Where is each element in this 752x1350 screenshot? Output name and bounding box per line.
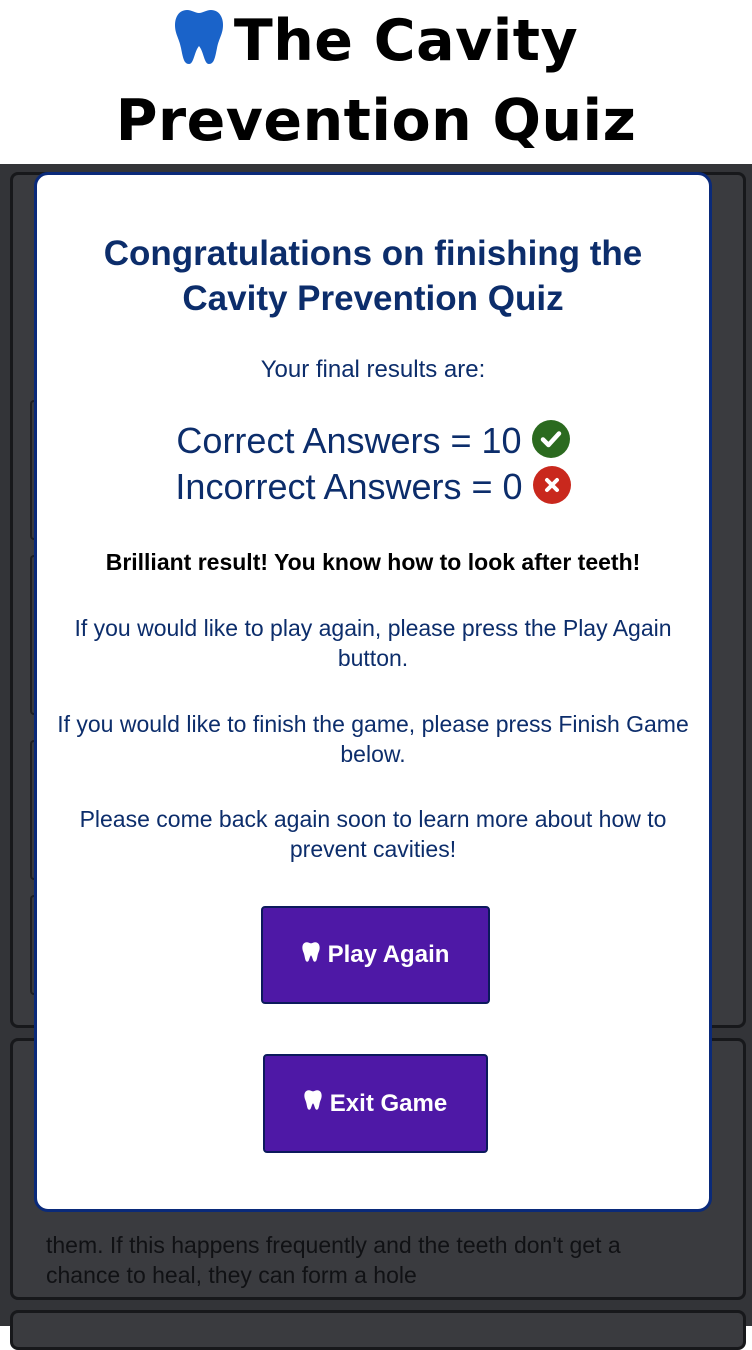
- background-info-text: make acid. The acid melts into our teeth…: [46, 1200, 726, 1290]
- site-header: The Cavity Prevention Quiz: [0, 0, 752, 164]
- exit-game-label: Exit Game: [329, 1089, 448, 1117]
- result-feedback: Brilliant result! You know how to look a…: [105, 549, 641, 575]
- exit-game-button[interactable]: Exit Game: [263, 1054, 488, 1153]
- incorrect-answers-line: Incorrect Answers = 0: [37, 464, 709, 510]
- check-circle-icon: [531, 420, 570, 458]
- play-again-instructions: If you would like to play again, please …: [74, 615, 672, 671]
- modal-heading: Congratulations on finishing the Cavity …: [103, 234, 643, 318]
- x-circle-icon: [532, 466, 571, 504]
- play-again-button[interactable]: Play Again: [261, 906, 490, 1004]
- play-again-label: Play Again: [327, 941, 450, 968]
- background-text-line: them. If this happens frequently and the…: [46, 1232, 621, 1258]
- finish-game-instructions: If you would like to finish the game, pl…: [57, 711, 689, 767]
- results-modal: Congratulations on finishing the Cavity …: [34, 172, 712, 1212]
- incorrect-answers-text: Incorrect Answers = 0: [175, 466, 523, 507]
- results-intro: Your final results are:: [260, 356, 486, 383]
- correct-answers-text: Correct Answers = 10: [176, 420, 522, 461]
- tooth-icon: [301, 941, 320, 970]
- page-title: The Cavity Prevention Quiz: [0, 0, 752, 158]
- correct-answers-line: Correct Answers = 10: [37, 418, 709, 464]
- background-footer-panel: [10, 1310, 746, 1350]
- come-back-message: Please come back again soon to learn mor…: [79, 806, 667, 862]
- tooth-icon: [174, 8, 224, 84]
- tooth-icon: [304, 1089, 322, 1118]
- background-text-line: chance to heal, they can form a hole: [46, 1262, 417, 1288]
